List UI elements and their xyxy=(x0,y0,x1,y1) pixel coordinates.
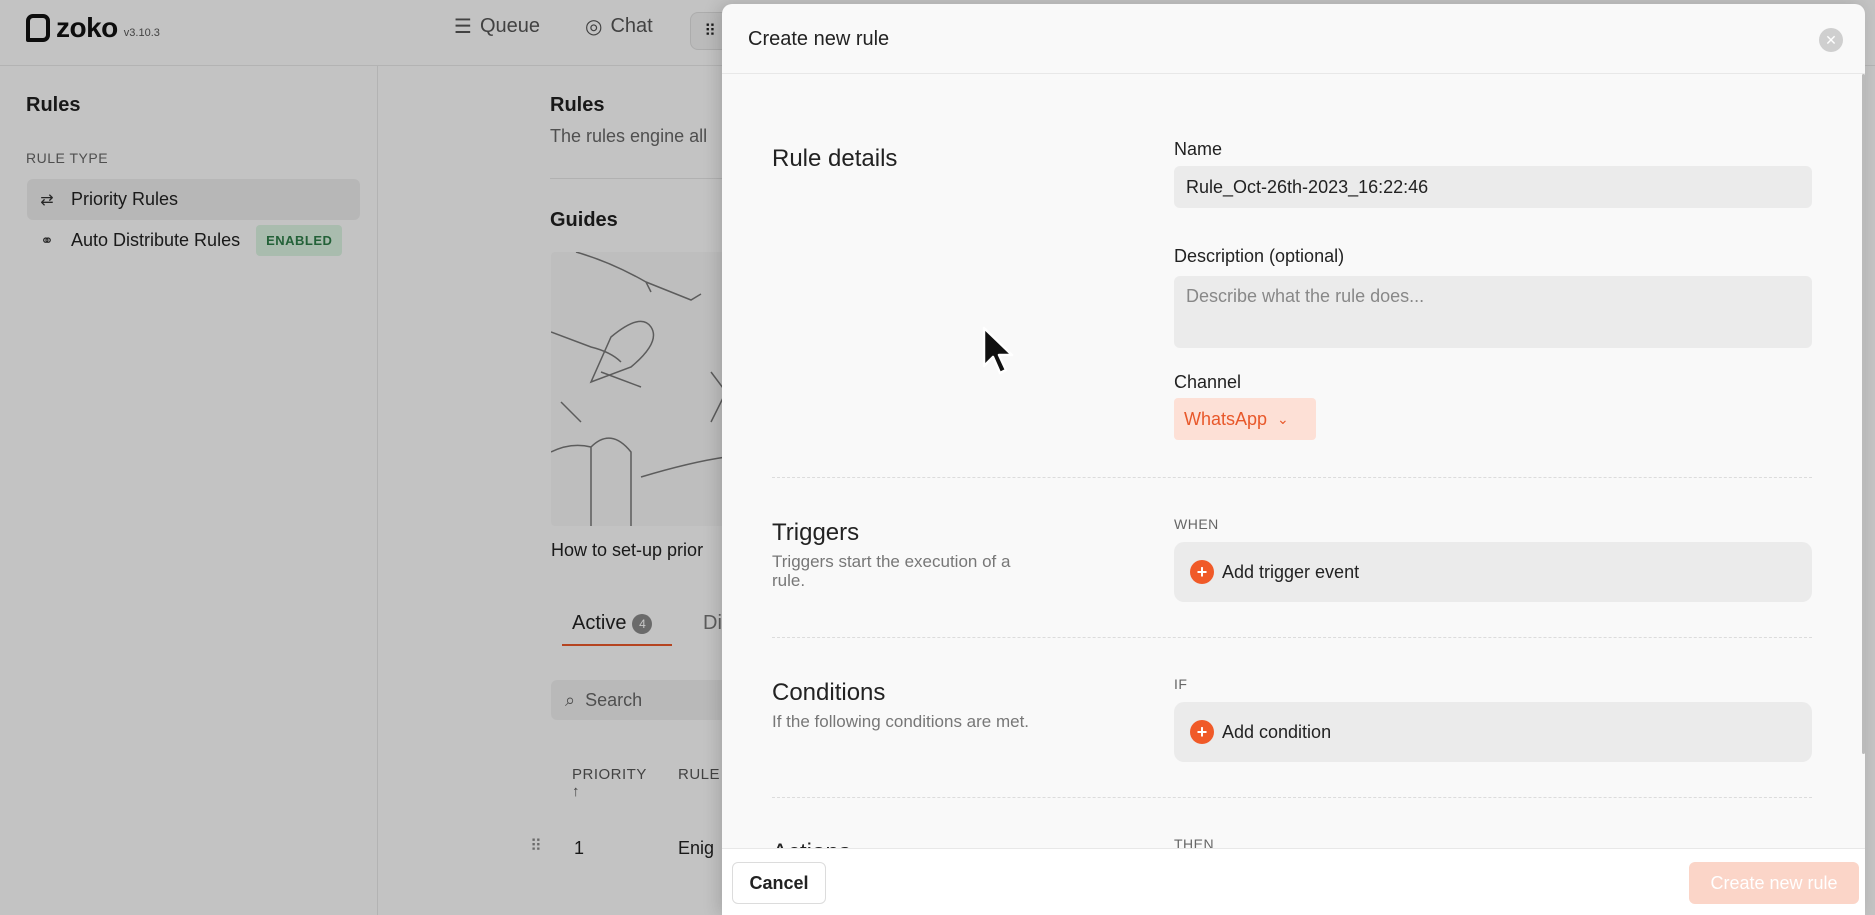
modal-header: Create new rule ✕ xyxy=(722,4,1865,74)
section-divider xyxy=(772,477,1812,478)
cancel-button[interactable]: Cancel xyxy=(732,862,826,904)
triggers-description: Triggers start the execution of a rule. xyxy=(772,552,1011,590)
description-input[interactable] xyxy=(1174,276,1812,348)
modal-footer: Cancel Create new rule xyxy=(722,848,1865,915)
conditions-title: Conditions xyxy=(772,679,886,706)
mouse-cursor-icon xyxy=(982,326,1014,375)
section-divider xyxy=(772,797,1812,798)
create-rule-modal: Create new rule ✕ Rule details Name Desc… xyxy=(722,4,1865,915)
channel-label: Channel xyxy=(1174,372,1242,392)
modal-title: Create new rule xyxy=(748,28,890,50)
add-condition-button[interactable]: + Add condition xyxy=(1174,702,1812,762)
rule-details-title: Rule details xyxy=(772,145,898,172)
add-trigger-label: Add trigger event xyxy=(1222,561,1360,582)
when-label: WHEN xyxy=(1174,516,1219,532)
conditions-description: If the following conditions are met. xyxy=(772,712,1030,731)
triggers-title: Triggers xyxy=(772,519,860,546)
scrollbar[interactable] xyxy=(1862,74,1865,754)
channel-select[interactable]: WhatsApp ⌄ xyxy=(1174,398,1316,440)
if-label: IF xyxy=(1174,676,1188,692)
add-trigger-event-button[interactable]: + Add trigger event xyxy=(1174,542,1812,602)
name-label: Name xyxy=(1174,139,1223,159)
close-icon: ✕ xyxy=(1825,31,1837,48)
plus-icon: + xyxy=(1190,560,1214,584)
description-label: Description (optional) xyxy=(1174,246,1345,266)
create-rule-button[interactable]: Create new rule xyxy=(1689,862,1859,904)
add-condition-label: Add condition xyxy=(1222,721,1332,742)
rule-name-input[interactable] xyxy=(1174,166,1812,208)
plus-icon: + xyxy=(1190,720,1214,744)
chevron-down-icon: ⌄ xyxy=(1277,410,1289,427)
close-button[interactable]: ✕ xyxy=(1819,28,1843,52)
channel-value: WhatsApp xyxy=(1184,408,1268,429)
section-divider xyxy=(772,637,1812,638)
